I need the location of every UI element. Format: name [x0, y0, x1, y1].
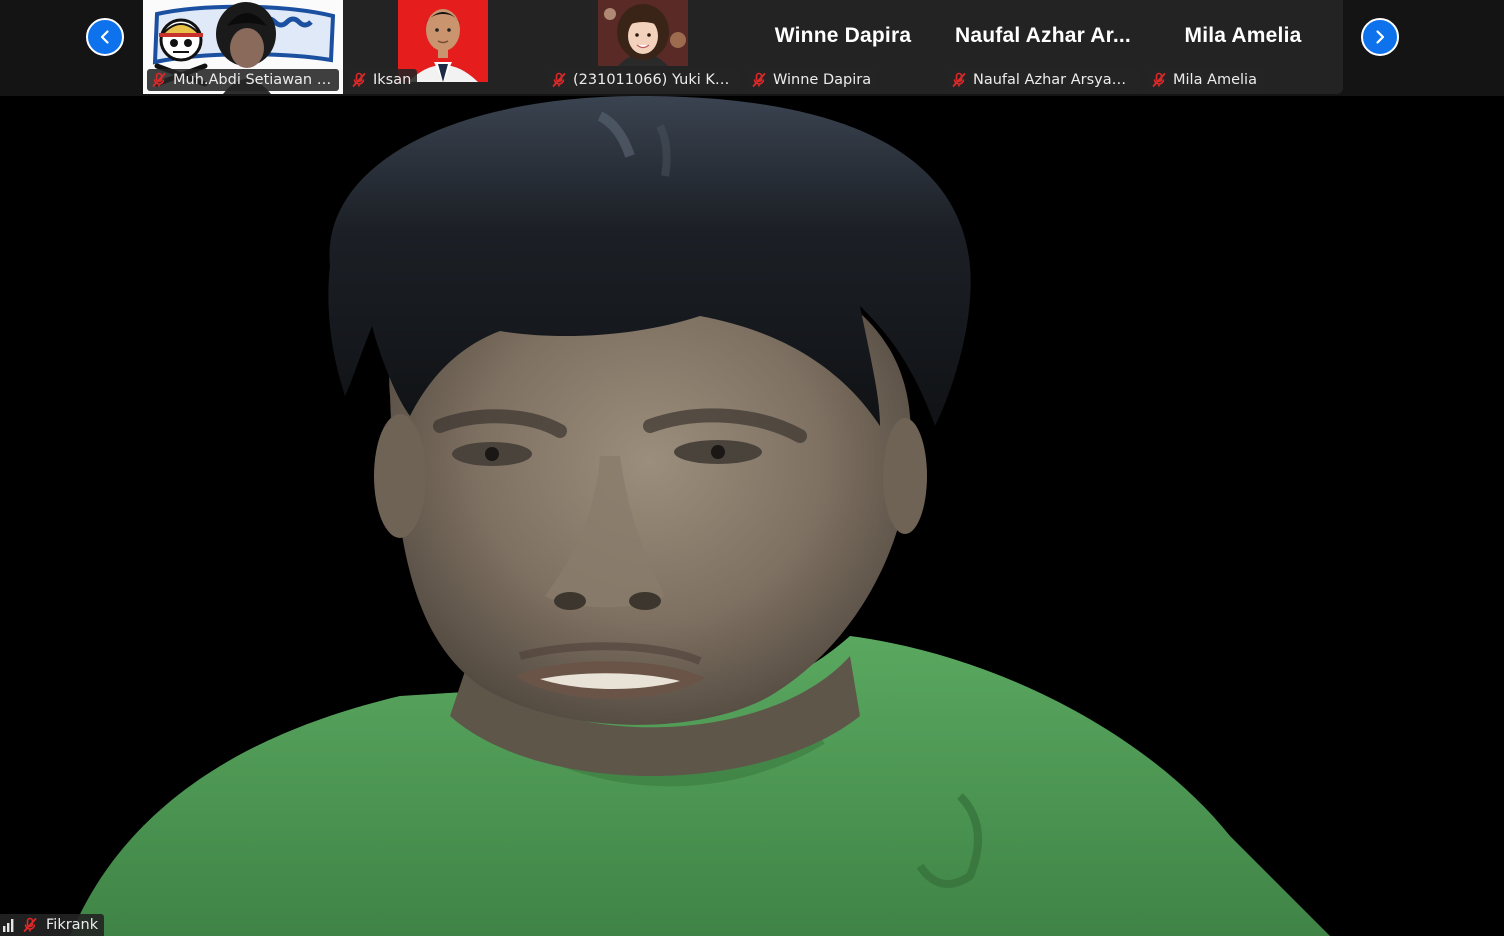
participant-name: (231011066) Yuki Kire...	[573, 72, 733, 88]
participant-name-chip: Naufal Azhar Arsyad(I...	[947, 69, 1139, 91]
participant-name: Iksan	[373, 72, 412, 88]
participant-tile[interactable]: Iksan	[343, 0, 543, 94]
mic-muted-icon	[352, 72, 366, 87]
mic-muted-icon	[752, 72, 766, 87]
participant-name: Naufal Azhar Arsyad(I...	[973, 72, 1133, 88]
active-speaker-video[interactable]: Fikrank	[0, 96, 1504, 936]
active-speaker-name-chip: Fikrank	[0, 914, 105, 936]
gallery-strip: Muh.Abdi Setiawan Ro... Iksan (231011066…	[0, 0, 1504, 96]
participant-name-chip: Iksan	[347, 69, 418, 91]
participant-display-name: Naufal Azhar Ar...	[955, 24, 1131, 47]
participant-tile[interactable]: Muh.Abdi Setiawan Ro...	[143, 0, 343, 94]
chevron-right-icon	[1376, 30, 1385, 44]
participant-video	[598, 0, 688, 66]
gallery-prev-button[interactable]	[86, 18, 124, 56]
participant-display-name: Mila Amelia	[1184, 24, 1302, 47]
speaker-video-frame	[0, 96, 1504, 936]
participant-tile[interactable]: Winne Dapira Winne Dapira	[743, 0, 943, 94]
active-speaker-name: Fikrank	[46, 917, 99, 933]
mic-muted-icon	[552, 72, 566, 87]
signal-bars-icon	[3, 919, 14, 932]
participant-name: Muh.Abdi Setiawan Ro...	[173, 72, 333, 88]
mic-muted-icon	[152, 72, 166, 87]
participant-name: Winne Dapira	[773, 72, 872, 88]
gallery-next-button[interactable]	[1361, 18, 1399, 56]
participant-tile[interactable]: Naufal Azhar Ar... Naufal Azhar Arsyad(I…	[943, 0, 1143, 94]
meeting-window: Muh.Abdi Setiawan Ro... Iksan (231011066…	[0, 0, 1504, 936]
mic-muted-icon	[952, 72, 966, 87]
participant-photo-image	[598, 0, 688, 66]
participant-name-chip: (231011066) Yuki Kire...	[547, 69, 739, 91]
mic-muted-icon	[1152, 72, 1166, 87]
participant-tile[interactable]: Mila Amelia Mila Amelia	[1143, 0, 1343, 94]
participant-name-chip: Muh.Abdi Setiawan Ro...	[147, 69, 339, 91]
participant-name-chip: Winne Dapira	[747, 69, 878, 91]
participant-name-chip: Mila Amelia	[1147, 69, 1263, 91]
participant-display-name: Winne Dapira	[774, 24, 912, 47]
mic-muted-icon	[23, 917, 37, 932]
chevron-left-icon	[100, 30, 109, 44]
participant-tile[interactable]: (231011066) Yuki Kire...	[543, 0, 743, 94]
participant-name: Mila Amelia	[1173, 72, 1257, 88]
